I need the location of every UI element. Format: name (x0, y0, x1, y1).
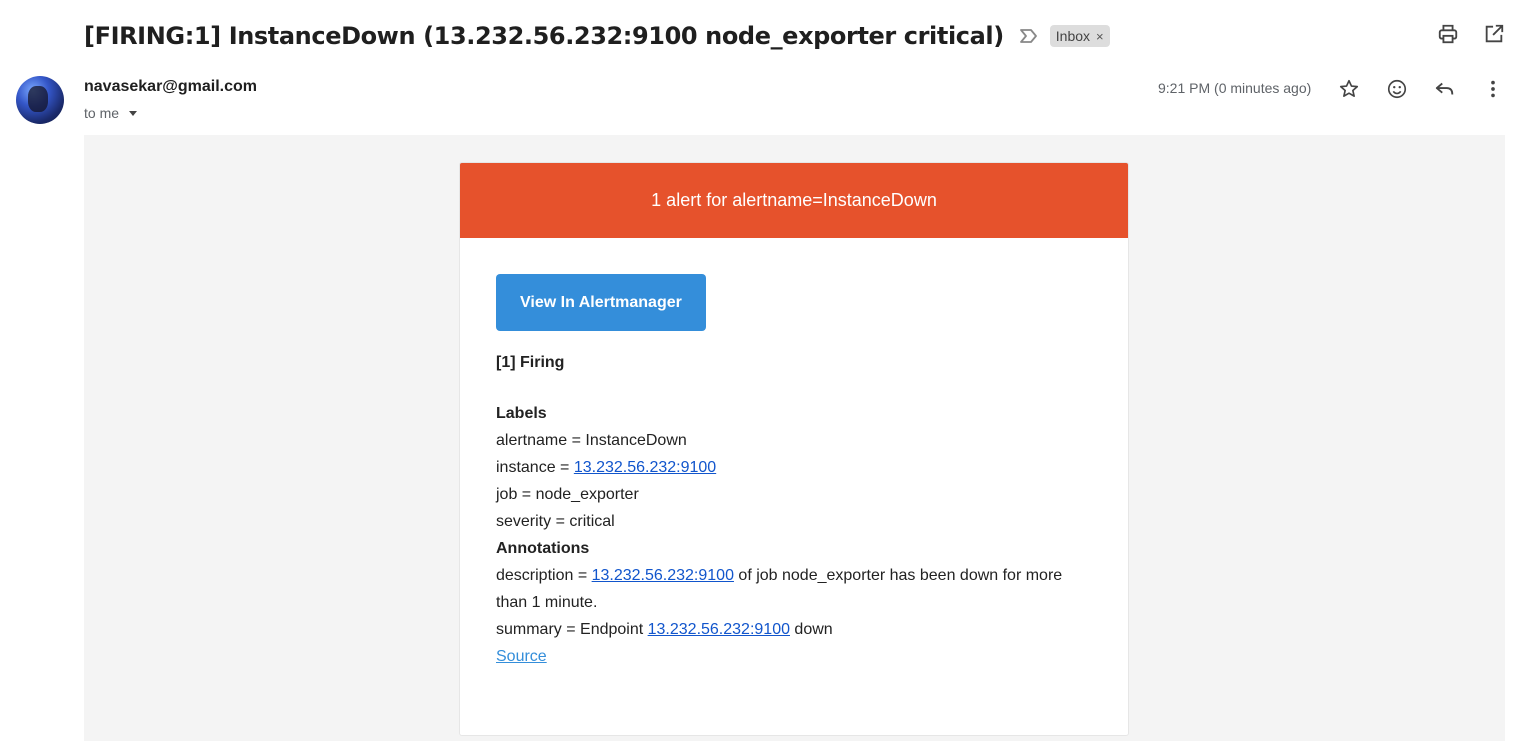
more-vert-icon[interactable] (1481, 77, 1505, 101)
open-in-new-window-icon[interactable] (1482, 22, 1506, 46)
sender-email[interactable]: navasekar@gmail.com (84, 78, 257, 96)
emoji-react-icon[interactable] (1385, 77, 1409, 101)
label-severity: severity = critical (496, 513, 615, 530)
alert-header: 1 alert for alertname=InstanceDown (460, 163, 1128, 238)
labels-heading: Labels (496, 405, 547, 422)
important-marker-icon[interactable] (1018, 25, 1040, 47)
label-alertname: alertname = InstanceDown (496, 432, 687, 449)
star-icon[interactable] (1337, 77, 1361, 101)
label-instance-prefix: instance = (496, 459, 574, 476)
print-icon[interactable] (1436, 22, 1460, 46)
source-row: Source (496, 643, 1092, 670)
label-instance: instance = 13.232.56.232:9100 (496, 454, 1092, 481)
subject-row: [FIRING:1] InstanceDown (13.232.56.232:9… (84, 16, 1110, 56)
alert-content: View In Alertmanager [1] Firing Labels a… (460, 238, 1128, 706)
annotation-description: description = 13.232.56.232:9100 of job … (496, 562, 1092, 616)
annotation-summary: summary = Endpoint 13.232.56.232:9100 do… (496, 616, 1092, 643)
instance-link[interactable]: 13.232.56.232:9100 (574, 459, 716, 476)
reply-icon[interactable] (1433, 77, 1457, 101)
view-in-alertmanager-button[interactable]: View In Alertmanager (496, 274, 706, 331)
inbox-label-text: Inbox (1055, 28, 1091, 44)
alert-card: 1 alert for alertname=InstanceDown View … (459, 162, 1129, 736)
inbox-label-chip: Inbox × (1049, 25, 1110, 47)
annotations-heading: Annotations (496, 540, 590, 557)
source-link[interactable]: Source (496, 648, 547, 665)
sender-avatar[interactable] (16, 76, 64, 124)
dropdown-caret-icon[interactable] (129, 110, 138, 116)
description-instance-link[interactable]: 13.232.56.232:9100 (592, 567, 734, 584)
email-subject: [FIRING:1] InstanceDown (13.232.56.232:9… (84, 22, 1004, 50)
message-actions (1337, 77, 1505, 101)
firing-title: [1] Firing (496, 354, 565, 371)
description-prefix: description = (496, 567, 592, 584)
label-job: job = node_exporter (496, 486, 639, 503)
email-body: 1 alert for alertname=InstanceDown View … (84, 135, 1505, 741)
message-timestamp: 9:21 PM (0 minutes ago) (1158, 80, 1312, 96)
recipient-text: to me (84, 105, 120, 121)
thread-actions (1436, 22, 1506, 46)
summary-prefix: summary = Endpoint (496, 621, 648, 638)
recipient-details[interactable]: to me (84, 105, 138, 121)
remove-label-icon[interactable]: × (1096, 29, 1104, 44)
summary-instance-link[interactable]: 13.232.56.232:9100 (648, 621, 790, 638)
summary-suffix: down (789, 621, 833, 638)
